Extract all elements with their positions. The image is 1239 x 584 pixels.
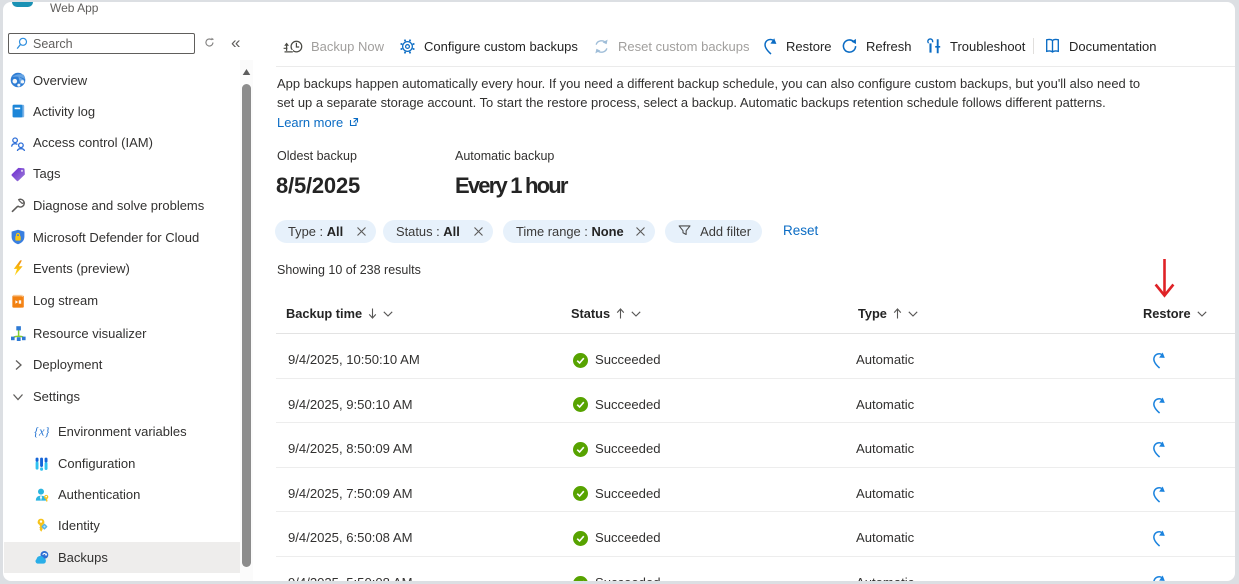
svg-text:{x}: {x} [34,424,49,438]
